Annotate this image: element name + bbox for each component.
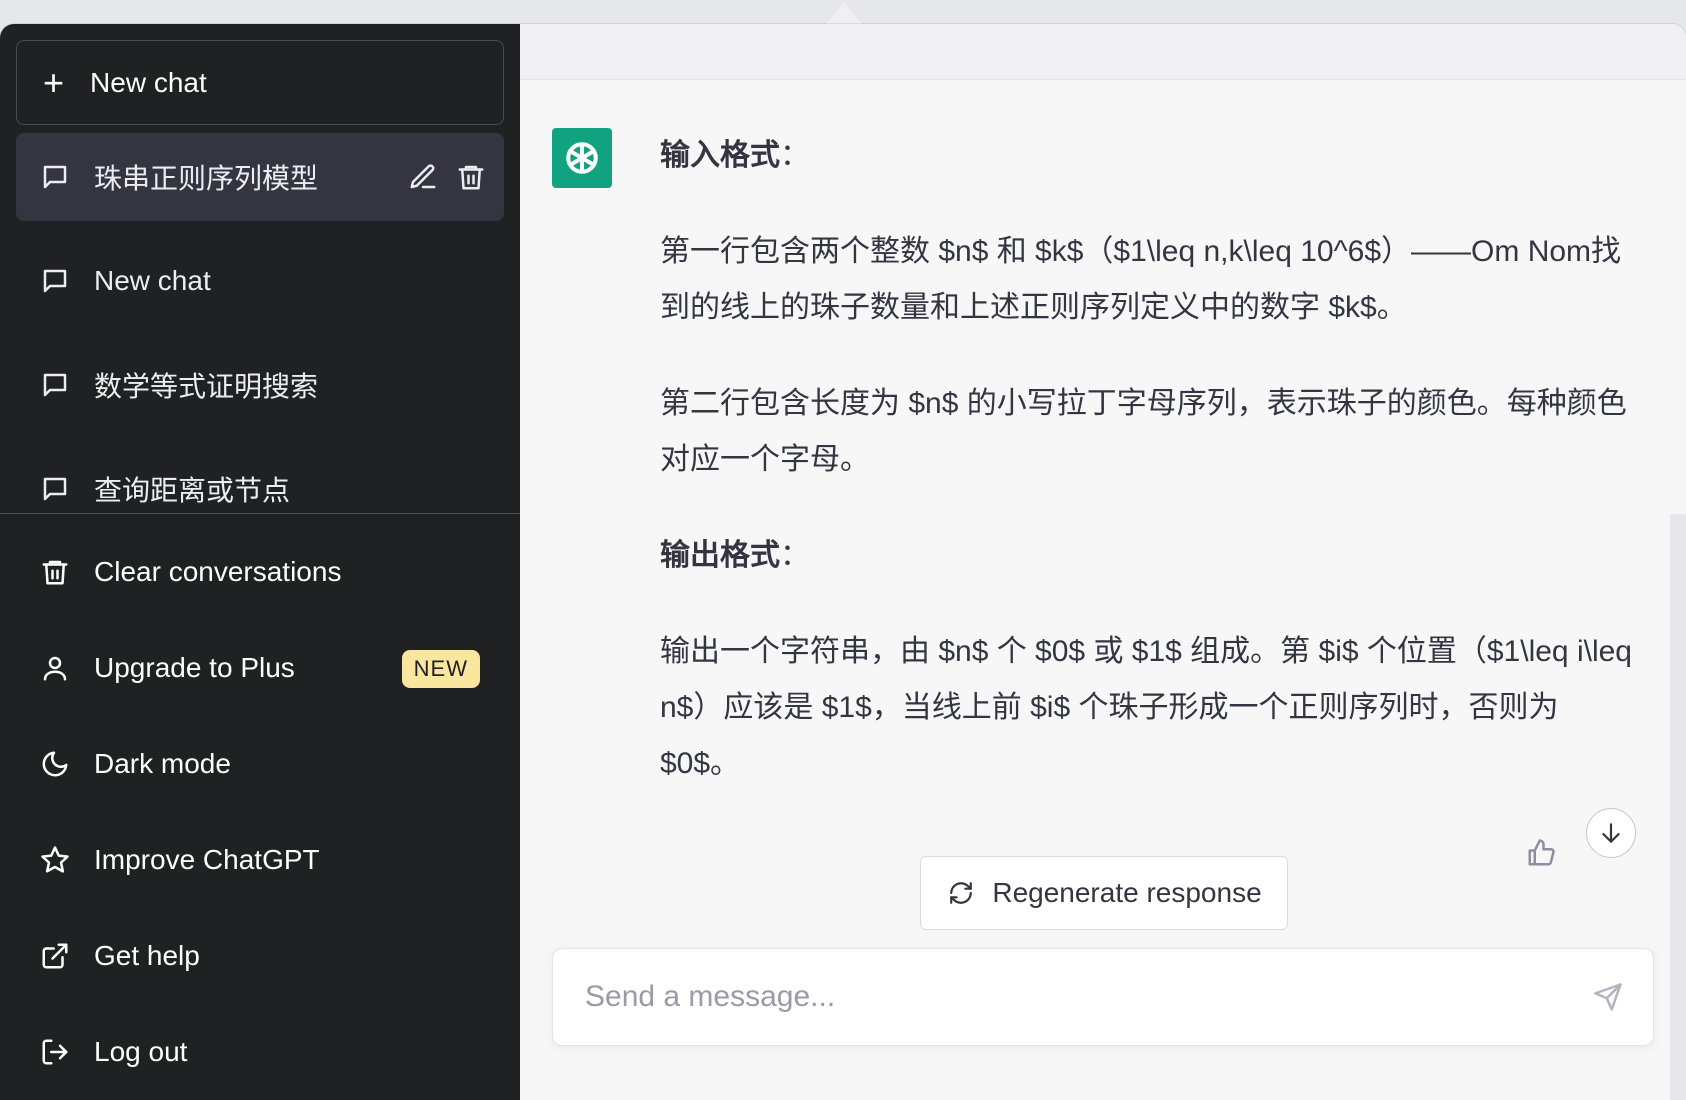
chat-history-item[interactable]: New chat <box>16 237 504 325</box>
regenerate-label: Regenerate response <box>992 877 1262 908</box>
trash-icon <box>40 557 70 587</box>
clear-conversations-button[interactable]: Clear conversations <box>16 524 504 620</box>
dark-mode-button[interactable]: Dark mode <box>16 716 504 812</box>
chat-item-label: 珠串正则序列模型 <box>94 163 319 194</box>
chat-bubble-icon <box>40 162 70 192</box>
improve-chatgpt-label: Improve ChatGPT <box>94 844 320 875</box>
improve-chatgpt-button[interactable]: Improve ChatGPT <box>16 812 504 908</box>
new-chat-label: New chat <box>90 66 207 98</box>
input-paragraph-1: 第一行包含两个整数 $n$ 和 $k$（$1\leq n,k\leq 10^6$… <box>660 235 1622 324</box>
clear-conversations-label: Clear conversations <box>94 556 342 587</box>
star-icon <box>40 845 70 875</box>
chat-bubble-icon <box>40 370 70 400</box>
get-help-button[interactable]: Get help <box>16 908 504 1004</box>
send-icon[interactable] <box>1593 982 1623 1012</box>
trash-icon[interactable] <box>456 162 486 192</box>
message-composer <box>552 948 1654 1046</box>
new-badge: NEW <box>401 650 480 688</box>
app-window: + New chat 珠串正则序列模型 New chat 数学等式证明搜索 查询… <box>0 24 1686 1100</box>
chat-history[interactable]: 珠串正则序列模型 New chat 数学等式证明搜索 查询距离或节点 <box>16 133 504 513</box>
chat-item-label: 查询距离或节点 <box>94 475 291 506</box>
arrow-down-icon <box>1596 818 1626 848</box>
top-bar <box>520 24 1686 80</box>
chat-item-actions <box>408 162 486 192</box>
message-content: 输入格式： 第一行包含两个整数 $n$ 和 $k$（$1\leq n,k\leq… <box>660 128 1640 832</box>
refresh-icon <box>946 878 976 908</box>
input-paragraph-2: 第二行包含长度为 $n$ 的小写拉丁字母序列，表示珠子的颜色。每种颜色对应一个字… <box>660 387 1627 476</box>
assistant-message: 输入格式： 第一行包含两个整数 $n$ 和 $k$（$1\leq n,k\leq… <box>520 80 1686 832</box>
dark-mode-label: Dark mode <box>94 748 231 779</box>
get-help-label: Get help <box>94 940 200 971</box>
external-link-icon <box>40 941 70 971</box>
chat-bubble-icon <box>40 266 70 296</box>
chatgpt-logo-icon <box>552 128 612 188</box>
moon-icon <box>40 749 70 779</box>
log-out-button[interactable]: Log out <box>16 1004 504 1100</box>
log-out-label: Log out <box>94 1036 188 1067</box>
chat-history-item[interactable]: 查询距离或节点 <box>16 445 504 513</box>
chat-item-label: 数学等式证明搜索 <box>94 371 319 402</box>
chat-bubble-icon <box>40 474 70 504</box>
edit-icon[interactable] <box>408 162 438 192</box>
scroll-down-button[interactable] <box>1586 808 1636 858</box>
user-icon <box>40 653 70 683</box>
thumbs-up-icon[interactable] <box>1526 838 1556 868</box>
scrollbar[interactable] <box>1670 514 1686 1100</box>
output-paragraph-1: 输出一个字符串，由 $n$ 个 $0$ 或 $1$ 组成。第 $i$ 个位置（$… <box>660 635 1632 780</box>
upgrade-plus-label: Upgrade to Plus <box>94 652 295 683</box>
sidebar: + New chat 珠串正则序列模型 New chat 数学等式证明搜索 查询… <box>0 24 520 1100</box>
chat-history-item-active[interactable]: 珠串正则序列模型 <box>16 133 504 221</box>
chat-history-item[interactable]: 数学等式证明搜索 <box>16 341 504 429</box>
log-out-icon <box>40 1037 70 1067</box>
upgrade-plus-button[interactable]: Upgrade to Plus NEW <box>16 620 504 716</box>
new-chat-button[interactable]: + New chat <box>16 40 504 125</box>
window-notch <box>826 2 862 24</box>
chat-main: 输入格式： 第一行包含两个整数 $n$ 和 $k$（$1\leq n,k\leq… <box>520 24 1686 1100</box>
plus-icon: + <box>43 61 65 103</box>
sidebar-menu: Clear conversations Upgrade to Plus NEW … <box>0 513 520 1100</box>
message-input[interactable] <box>585 980 1593 1014</box>
input-format-heading: 输入格式 <box>660 139 780 172</box>
output-format-heading: 输出格式 <box>660 539 780 572</box>
regenerate-response-button[interactable]: Regenerate response <box>920 856 1288 930</box>
chat-item-label: New chat <box>94 265 211 296</box>
